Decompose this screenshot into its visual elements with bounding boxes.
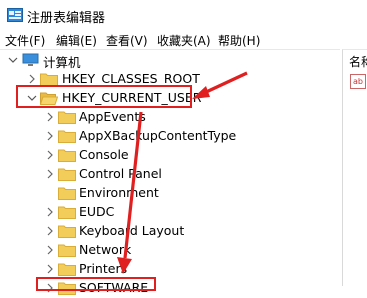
arrow-to-hkcu	[192, 71, 248, 99]
annotation-arrows	[117, 71, 248, 274]
arrow-to-software	[117, 111, 143, 274]
